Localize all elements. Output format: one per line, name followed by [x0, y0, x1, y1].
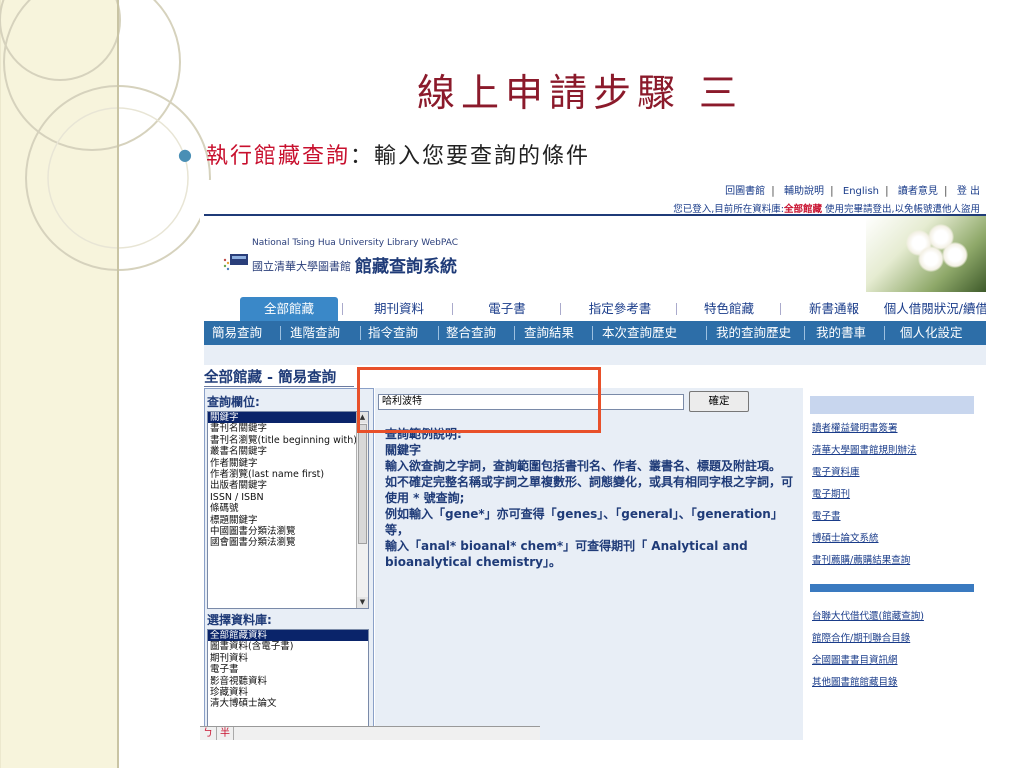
- bullet-icon: ●: [178, 145, 192, 164]
- blossom-image: [866, 216, 986, 292]
- spacer-bar: [204, 345, 986, 365]
- right-link[interactable]: 清華大學圖書館規則辦法: [812, 442, 917, 456]
- subnav-results[interactable]: 查詢結果: [524, 321, 574, 345]
- field-scrollbar[interactable]: ▲ ▼: [356, 412, 368, 608]
- db-option[interactable]: 電子書: [208, 664, 368, 675]
- link-library-home[interactable]: 回圖書館: [725, 182, 765, 197]
- ime-width[interactable]: 半: [217, 727, 234, 740]
- field-option[interactable]: 標題關鍵字: [208, 515, 368, 526]
- help-subtitle: 關鍵字: [385, 443, 422, 457]
- right-link[interactable]: 讀者權益聲明書簽署: [812, 420, 898, 434]
- help-paragraph: 如不確定完整名稱或字詞之單複數形、詞態變化，或具有相同字根之字詞，可使用 * 號…: [385, 475, 794, 505]
- tab-my-loans[interactable]: 個人借閱狀況/續借: [876, 297, 986, 321]
- sub-navigation: 簡易查詢 進階查詢 指令查詢 整合查詢 查詢結果 本次查詢歷史 我的查詢歷史 我…: [204, 321, 986, 345]
- subnav-advanced-search[interactable]: 進階查詢: [290, 321, 340, 345]
- field-option[interactable]: 出版者關鍵字: [208, 480, 368, 491]
- slide-title: 線上申請步驟 三: [416, 71, 744, 115]
- right-link[interactable]: 電子資料庫: [812, 464, 860, 478]
- right-link[interactable]: 電子書: [812, 508, 841, 522]
- db-option[interactable]: 全部館藏資料: [208, 630, 368, 642]
- subnav-simple-search[interactable]: 簡易查詢: [212, 321, 262, 345]
- right-link[interactable]: 台聯大代借代還(館藏查詢): [812, 608, 924, 622]
- highlight-callout-box: [357, 367, 601, 433]
- link-feedback[interactable]: 讀者意見: [898, 182, 938, 197]
- banner-chinese: 國立清華大學圖書館 館藏查詢系統: [252, 257, 457, 277]
- link-help[interactable]: 輔助說明: [784, 182, 824, 197]
- heading-underline: [204, 386, 354, 387]
- right-link[interactable]: 全國圖書書目資訊網: [812, 652, 898, 666]
- db-option[interactable]: 圖書資料(含電子書): [208, 641, 368, 652]
- db-option[interactable]: 珍藏資料: [208, 687, 368, 698]
- subnav-my-cart[interactable]: 我的書車: [816, 321, 866, 345]
- right-links-panel: 讀者權益聲明書簽署 清華大學圖書館規則辦法 電子資料庫 電子期刊 電子書 博碩士…: [810, 388, 986, 740]
- banner-system-name: 館藏查詢系統: [355, 257, 457, 277]
- db-listbox[interactable]: 全部館藏資料 圖書資料(含電子書) 期刊資料 電子書 影音視聽資料 珍藏資料 清…: [207, 629, 369, 739]
- top-links: 回圖書館 | 輔助說明 | English | 讀者意見 | 登 出: [725, 182, 980, 197]
- subnav-session-history[interactable]: 本次查詢歷史: [602, 321, 677, 345]
- bullet-highlight: 執行館藏查詢: [205, 144, 350, 169]
- field-option[interactable]: 關鍵字: [208, 412, 368, 424]
- help-paragraph: 例如輸入「gene*」亦可查得「genes」、「general」、「genera…: [385, 507, 783, 537]
- field-option[interactable]: 作者瀏覽(last name first): [208, 469, 368, 480]
- field-option[interactable]: 書刊名瀏覽(title beginning with): [208, 435, 368, 446]
- submit-button[interactable]: 確定: [689, 391, 749, 412]
- field-option[interactable]: 中國圖書分類法瀏覽: [208, 526, 368, 537]
- right-link[interactable]: 博碩士論文系統: [812, 530, 879, 544]
- help-text: 查詢範例說明: 關鍵字 輸入欲查詢之字詞，查詢範圍包括書刊名、作者、叢書名、標題…: [385, 426, 799, 570]
- right-panel-header: [810, 396, 974, 414]
- right-link[interactable]: 電子期刊: [812, 486, 850, 500]
- scroll-thumb[interactable]: [358, 424, 367, 544]
- subnav-my-history[interactable]: 我的查詢歷史: [716, 321, 791, 345]
- field-label: 查詢欄位:: [207, 395, 260, 409]
- main-tabs: 全部館藏 期刊資料 電子書 指定參考書 特色館藏 新書通報 個人借閱狀況/續借: [204, 297, 986, 321]
- field-option[interactable]: 國會圖書分類法瀏覽: [208, 537, 368, 548]
- tab-all-holdings[interactable]: 全部館藏: [240, 297, 338, 321]
- db-label: 選擇資料庫:: [207, 613, 272, 627]
- help-paragraph: 輸入欲查詢之字詞，查詢範圍包括書刊名、作者、叢書名、標題及附註項。: [385, 459, 782, 473]
- ime-bar: ㄅ半: [200, 726, 540, 740]
- field-listbox[interactable]: 關鍵字 書刊名關鍵字 書刊名瀏覽(title beginning with) 叢…: [207, 411, 369, 609]
- field-option[interactable]: 叢書名關鍵字: [208, 446, 368, 457]
- help-paragraph: 輸入「anal* bioanal* chem*」可查得期刊「 Analytica…: [385, 539, 748, 569]
- tab-reserves[interactable]: 指定參考書: [570, 297, 670, 321]
- banner-english: National Tsing Hua University Library We…: [252, 238, 459, 248]
- webpac-screenshot: 回圖書館 | 輔助說明 | English | 讀者意見 | 登 出 您已登入,目前所在…: [200, 180, 986, 740]
- banner: National Tsing Hua University Library We…: [204, 216, 986, 292]
- link-logout[interactable]: 登 出: [957, 182, 980, 197]
- tab-new-books[interactable]: 新書通報: [790, 297, 878, 321]
- page-heading: 全部館藏 - 簡易查詢: [204, 370, 337, 386]
- bullet-line: ● 執行館藏查詢：輸入您要查詢的條件: [178, 138, 590, 170]
- login-status: 您已登入,目前所在資料庫:全部館藏 使用完畢請登出,以免帳號遭他人盜用: [673, 204, 980, 215]
- tab-periodicals[interactable]: 期刊資料: [354, 297, 444, 321]
- db-option[interactable]: 影音視聽資料: [208, 676, 368, 687]
- field-option[interactable]: 條碼號: [208, 503, 368, 514]
- tab-special-collections[interactable]: 特色館藏: [684, 297, 774, 321]
- right-link[interactable]: 其他圖書館館藏目錄: [812, 674, 898, 688]
- bullet-text: ：輸入您要查詢的條件: [349, 144, 590, 169]
- scroll-down-icon[interactable]: ▼: [357, 597, 368, 608]
- link-english[interactable]: English: [843, 186, 879, 197]
- db-option[interactable]: 清大博碩士論文: [208, 698, 368, 709]
- field-option[interactable]: 書刊名關鍵字: [208, 423, 368, 434]
- right-link[interactable]: 書刊薦購/薦購結果查詢: [812, 552, 910, 566]
- ime-mode[interactable]: ㄅ: [200, 727, 217, 740]
- field-option[interactable]: 作者關鍵字: [208, 458, 368, 469]
- tab-ebooks[interactable]: 電子書: [462, 297, 552, 321]
- library-logo-icon: [223, 254, 248, 271]
- field-option[interactable]: ISSN / ISBN: [208, 492, 368, 503]
- right-panel-divider: [810, 584, 974, 592]
- right-link[interactable]: 館際合作/期刊聯合目錄: [812, 630, 910, 644]
- left-panel: 查詢欄位: 關鍵字 書刊名關鍵字 書刊名瀏覽(title beginning w…: [204, 388, 374, 740]
- db-option[interactable]: 期刊資料: [208, 653, 368, 664]
- search-panel: 確定 查詢範例說明: 關鍵字 輸入欲查詢之字詞，查詢範圍包括書刊名、作者、叢書名…: [375, 388, 803, 740]
- subnav-personalize[interactable]: 個人化設定: [900, 321, 963, 345]
- subnav-command-search[interactable]: 指令查詢: [368, 321, 418, 345]
- subnav-integrated-search[interactable]: 整合查詢: [446, 321, 496, 345]
